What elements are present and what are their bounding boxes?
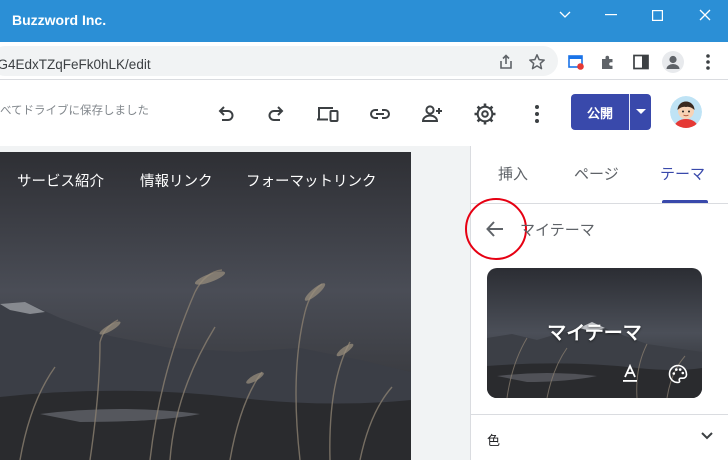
theme-color-button[interactable]	[667, 363, 689, 385]
more-vert-icon	[534, 104, 540, 124]
bookmark-button[interactable]	[525, 52, 549, 72]
theme-card[interactable]: マイテーマ	[487, 268, 702, 398]
site-nav-link-info[interactable]: 情報リンク	[140, 170, 213, 191]
palette-icon	[668, 364, 688, 384]
highlight-circle-annotation	[465, 198, 527, 260]
capture-extension-button[interactable]	[565, 51, 587, 73]
undo-icon	[214, 103, 236, 125]
window-title-bar: Buzzword Inc.	[0, 0, 728, 42]
close-icon	[699, 9, 711, 21]
preview-button[interactable]	[313, 99, 343, 129]
side-panel-icon	[633, 54, 649, 70]
text-format-icon	[621, 364, 639, 384]
site-nav-link-format[interactable]: フォーマットリンク	[246, 170, 377, 191]
redo-icon	[266, 103, 288, 125]
theme-font-button[interactable]	[619, 363, 641, 385]
caret-down-icon	[635, 109, 646, 115]
url-text[interactable]: nG4EdxTZqFeFk0hLK/edit	[0, 57, 151, 72]
redo-button[interactable]	[262, 99, 292, 129]
chevron-down-icon	[701, 432, 713, 440]
insert-link-button[interactable]	[365, 99, 395, 129]
omnibox[interactable]: nG4EdxTZqFeFk0hLK/edit	[0, 46, 558, 76]
site-nav-link-services[interactable]: サービス紹介	[17, 170, 104, 191]
maximize-button[interactable]	[634, 0, 680, 30]
color-section-label[interactable]: 色	[487, 430, 500, 449]
close-window-button[interactable]	[682, 0, 728, 30]
publish-button[interactable]: 公開	[571, 94, 629, 130]
share-icon	[497, 53, 515, 71]
browser-menu-button[interactable]	[697, 51, 719, 73]
window-title: Buzzword Inc.	[12, 12, 107, 28]
profile-icon	[662, 51, 684, 73]
extensions-puzzle-icon	[599, 53, 617, 71]
tab-pages[interactable]: ページ	[574, 163, 619, 184]
maximize-icon	[651, 9, 663, 21]
more-options-button[interactable]	[522, 99, 552, 129]
theme-name: マイテーマ	[547, 322, 642, 344]
share-person-add-icon	[420, 103, 444, 125]
save-status-text: べてドライブに保存しました	[0, 103, 150, 117]
profile-button[interactable]	[662, 51, 684, 73]
tab-insert[interactable]: 挿入	[498, 163, 528, 184]
tab-themes[interactable]: テーマ	[660, 163, 705, 184]
publish-options-button[interactable]	[630, 94, 651, 130]
settings-button[interactable]	[470, 99, 500, 129]
settings-gear-icon	[473, 102, 497, 126]
undo-button[interactable]	[210, 99, 240, 129]
tab-search-button[interactable]	[542, 0, 588, 30]
minimize-button[interactable]	[588, 0, 634, 30]
share-page-button[interactable]	[494, 52, 518, 72]
minimize-icon	[605, 14, 617, 16]
extensions-button[interactable]	[597, 51, 619, 73]
bookmark-star-icon	[528, 53, 546, 71]
chevron-down-icon	[559, 11, 571, 19]
section-title: マイテーマ	[520, 221, 595, 239]
account-avatar[interactable]	[670, 96, 702, 128]
preview-devices-icon	[316, 103, 340, 125]
color-section-divider	[471, 414, 728, 415]
extension-capture-icon	[567, 53, 585, 71]
share-with-others-button[interactable]	[417, 99, 447, 129]
link-icon	[368, 103, 392, 125]
publish-button-group: 公開	[571, 94, 651, 130]
side-panel-button[interactable]	[630, 51, 652, 73]
site-header-image[interactable]	[0, 152, 411, 460]
browser-menu-icon	[705, 53, 711, 71]
color-section-expand-button[interactable]	[696, 426, 718, 446]
